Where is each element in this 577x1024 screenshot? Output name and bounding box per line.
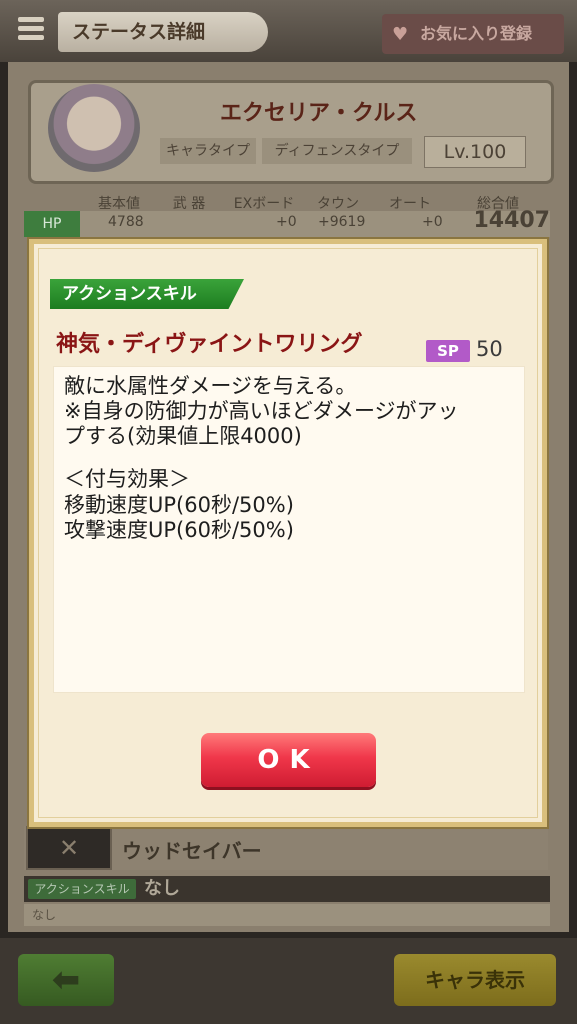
hp-auto: +0 [422,214,443,230]
weapon-skill-tag: アクションスキル [28,879,136,899]
header-town: タウン [317,196,359,212]
action-skill-tag: アクションスキル [50,279,244,309]
chara-type-label: キャラタイプ [160,138,256,164]
hp-total: 14407 [473,208,550,233]
header-weapon: 武 器 [172,196,206,212]
hp-ex: +0 [276,214,297,230]
weapon-skill-value: なし [144,878,180,899]
weapon-icon[interactable]: ✕ [26,826,112,870]
chara-type-value: ディフェンスタイプ [262,138,412,164]
level-badge: Lv.100 [424,136,526,168]
hp-label: HP [24,211,80,237]
back-arrow-icon[interactable]: ⬅ [18,954,114,1006]
character-name: エクセリア・クルス [220,101,418,126]
weapon-skill-desc: なし [24,904,550,926]
description-line: プする(効果値上限4000) [64,424,302,448]
header-auto: オート [389,196,431,212]
sp-value: 50 [476,337,503,361]
ok-button[interactable]: OK [201,733,376,787]
skill-name: 神気・ディヴァイントワリング [56,332,363,357]
description-line: 攻撃速度UP(60秒/50%) [64,518,294,542]
header-base: 基本値 [98,196,140,212]
page-title: ステータス詳細 [58,12,268,52]
menu-icon[interactable] [14,12,48,46]
chara-display-button[interactable]: キャラ表示 [394,954,556,1006]
character-avatar[interactable] [48,84,140,172]
hp-town: +9619 [318,214,366,230]
weapon-name: ウッドセイバー [122,839,262,863]
hp-base: 4788 [108,214,144,230]
header-exboard: EXボード [233,196,295,212]
heart-icon: ♥ [392,24,409,45]
sp-badge: SP [426,340,470,362]
